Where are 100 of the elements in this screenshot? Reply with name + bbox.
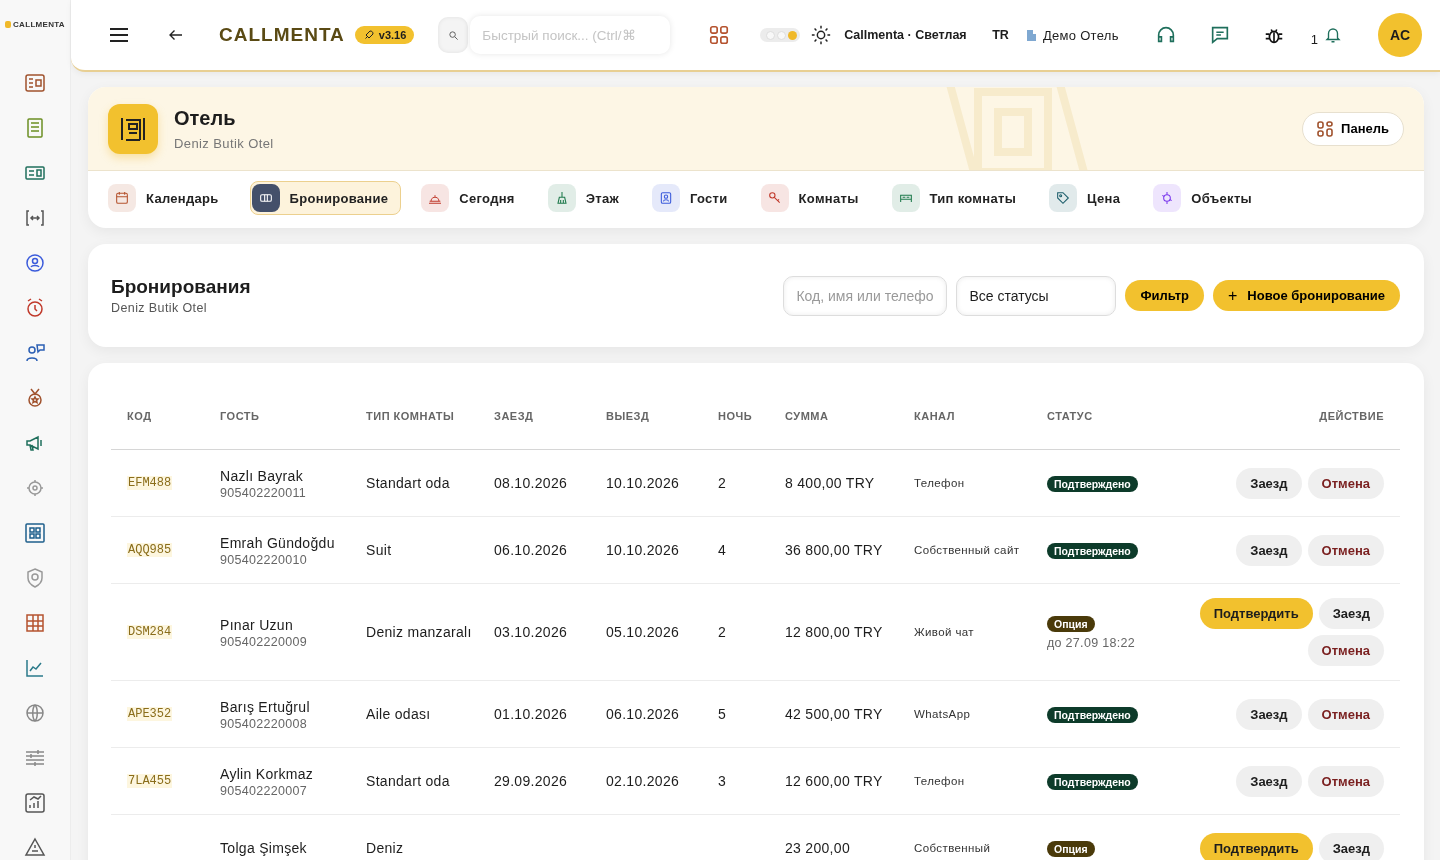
booking-amount: 12 600,00 TRY [784, 772, 884, 791]
new-booking-button[interactable]: + Новое бронирование [1212, 280, 1400, 311]
contact-icon [658, 190, 674, 206]
status-badge: Опция [1047, 616, 1095, 632]
key-icon [766, 190, 783, 206]
confirm-button[interactable]: Подтвердить [1199, 598, 1313, 629]
column-header: ЗАЕЗД [493, 410, 535, 422]
sidebar-nav-icon[interactable] [23, 251, 47, 275]
room-type: Standart oda [365, 772, 451, 791]
module-tab[interactable]: Этаж [545, 181, 632, 215]
module-subtitle: Deniz Butik Otel [174, 135, 274, 151]
module-tab[interactable]: Комнаты [758, 181, 872, 215]
check-in-button[interactable]: Заезд [1236, 534, 1302, 566]
module-tab[interactable]: Бронирование [249, 181, 402, 215]
guest-phone: 905402220007 [220, 784, 309, 798]
guest-phone: 905402220010 [220, 553, 309, 567]
sidebar-nav-icon[interactable] [23, 71, 47, 95]
column-header: ГОСТЬ [219, 410, 261, 422]
check-in-button[interactable]: Заезд [1236, 467, 1302, 499]
booking-amount: 42 500,00 TRY [784, 705, 884, 724]
cancel-button[interactable]: Отмена [1307, 698, 1384, 730]
guest-name: Aylin Korkmaz [220, 765, 315, 784]
sidebar-nav-icon[interactable] [23, 791, 47, 815]
check-out-date: 06.10.2026 [605, 705, 681, 724]
confirm-button[interactable]: Подтвердить [1199, 832, 1313, 860]
column-header: ТИП КОМНАТЫ [365, 410, 456, 422]
booking-code[interactable]: APE352 [127, 707, 173, 721]
check-in-date: 08.10.2026 [493, 474, 569, 493]
module-tab[interactable]: Объекты [1151, 181, 1265, 215]
cancel-button[interactable]: Отмена [1307, 635, 1384, 666]
module-tab[interactable]: Тип комнаты [889, 181, 1030, 215]
panel-button[interactable]: Панель [1302, 111, 1404, 146]
room-type: Aile odası [365, 705, 432, 724]
guest-name: Nazlı Bayrak [220, 467, 304, 486]
column-header: КОД [126, 410, 153, 422]
nights-count: 3 [717, 772, 728, 791]
room-type: Suit [365, 541, 393, 560]
calendar-icon [114, 190, 130, 206]
sun-icon[interactable] [810, 24, 833, 46]
guest-phone: 905402220011 [220, 486, 308, 500]
bookings-subtitle: Deniz Butik Otel [111, 301, 209, 315]
quick-search-field[interactable]: Быстрый поиск... (Ctrl/⌘ [470, 16, 671, 54]
bell-icon[interactable] [1324, 25, 1342, 45]
language-code[interactable]: TR [992, 28, 1009, 42]
status-select[interactable]: Все статусы [956, 275, 1117, 316]
tag-icon [1055, 190, 1072, 206]
cancel-button[interactable]: Отмена [1307, 534, 1384, 566]
booking-channel: Собственный сайт [913, 543, 1021, 558]
check-in-button[interactable]: Заезд [1236, 765, 1302, 797]
sidebar-nav-icon[interactable] [23, 701, 47, 725]
check-in-button[interactable]: Заезд [1318, 598, 1384, 629]
check-in-date: 06.10.2026 [493, 541, 569, 560]
column-header: КАНАЛ [913, 410, 956, 422]
sidebar-nav-icon[interactable] [23, 521, 47, 545]
status-badge: Подтверждено [1047, 707, 1138, 723]
room-type: Deniz [365, 839, 405, 858]
status-badge: Подтверждено [1047, 774, 1138, 790]
module-tab[interactable]: Гости [650, 181, 741, 215]
sidebar-nav-icon[interactable] [23, 611, 47, 635]
apps-grid-icon[interactable] [708, 24, 731, 46]
module-title: Отель [174, 106, 237, 130]
theme-name: Callmenta · Светлая [844, 28, 967, 42]
check-in-button[interactable]: Заезд [1236, 698, 1302, 730]
nights-count: 2 [717, 474, 728, 493]
booking-amount: 36 800,00 TRY [784, 541, 884, 560]
check-out-date: 02.10.2026 [605, 772, 681, 791]
module-tab[interactable]: Календарь [106, 181, 232, 215]
filter-button[interactable]: Фильтр [1125, 280, 1204, 311]
column-header: ДЕЙСТВИЕ [1318, 410, 1385, 422]
check-out-date: 05.10.2026 [605, 623, 681, 642]
cancel-button[interactable]: Отмена [1307, 467, 1384, 499]
column-header: СУММА [784, 410, 830, 422]
booking-code[interactable]: AQQ985 [127, 543, 173, 557]
bookings-title: Бронирования [111, 276, 251, 298]
dashboard-icon [1317, 120, 1334, 137]
hotel-selector[interactable]: Демо Отель [1042, 27, 1119, 43]
booking-code[interactable]: EFM488 [127, 476, 173, 490]
guest-name: Barış Ertuğrul [220, 698, 311, 717]
cancel-button[interactable]: Отмена [1307, 765, 1384, 797]
booking-code[interactable]: 7LA455 [127, 774, 173, 788]
booking-amount: 23 200,00 [784, 839, 851, 858]
column-header: НОЧЬ [717, 410, 754, 422]
version-badge: v3.16 [354, 26, 415, 44]
option-deadline: до 27.09 18:22 [1047, 636, 1136, 650]
column-header: СТАТУС [1046, 410, 1094, 422]
guest-name: Tolga Şimşek [220, 839, 308, 858]
booking-channel: Живой чат [913, 625, 976, 640]
column-header: ВЫЕЗД [605, 410, 651, 422]
check-in-button[interactable]: Заезд [1318, 832, 1384, 860]
theme-toggle[interactable] [760, 28, 801, 42]
guest-phone: 905402220009 [220, 635, 309, 649]
booking-search-field[interactable]: Код, имя или телефо [783, 275, 948, 316]
user-avatar[interactable]: AC [1378, 13, 1422, 57]
brand-name: CALLMENTA [219, 24, 345, 46]
module-tab[interactable]: Цена [1047, 181, 1134, 215]
app-logo: CALLMENTA [5, 0, 65, 49]
booking-code[interactable]: DSM284 [127, 625, 173, 639]
guest-phone: 905402220008 [220, 717, 309, 731]
module-tab[interactable]: Сегодня [419, 181, 528, 215]
status-badge: Опция [1047, 841, 1095, 857]
